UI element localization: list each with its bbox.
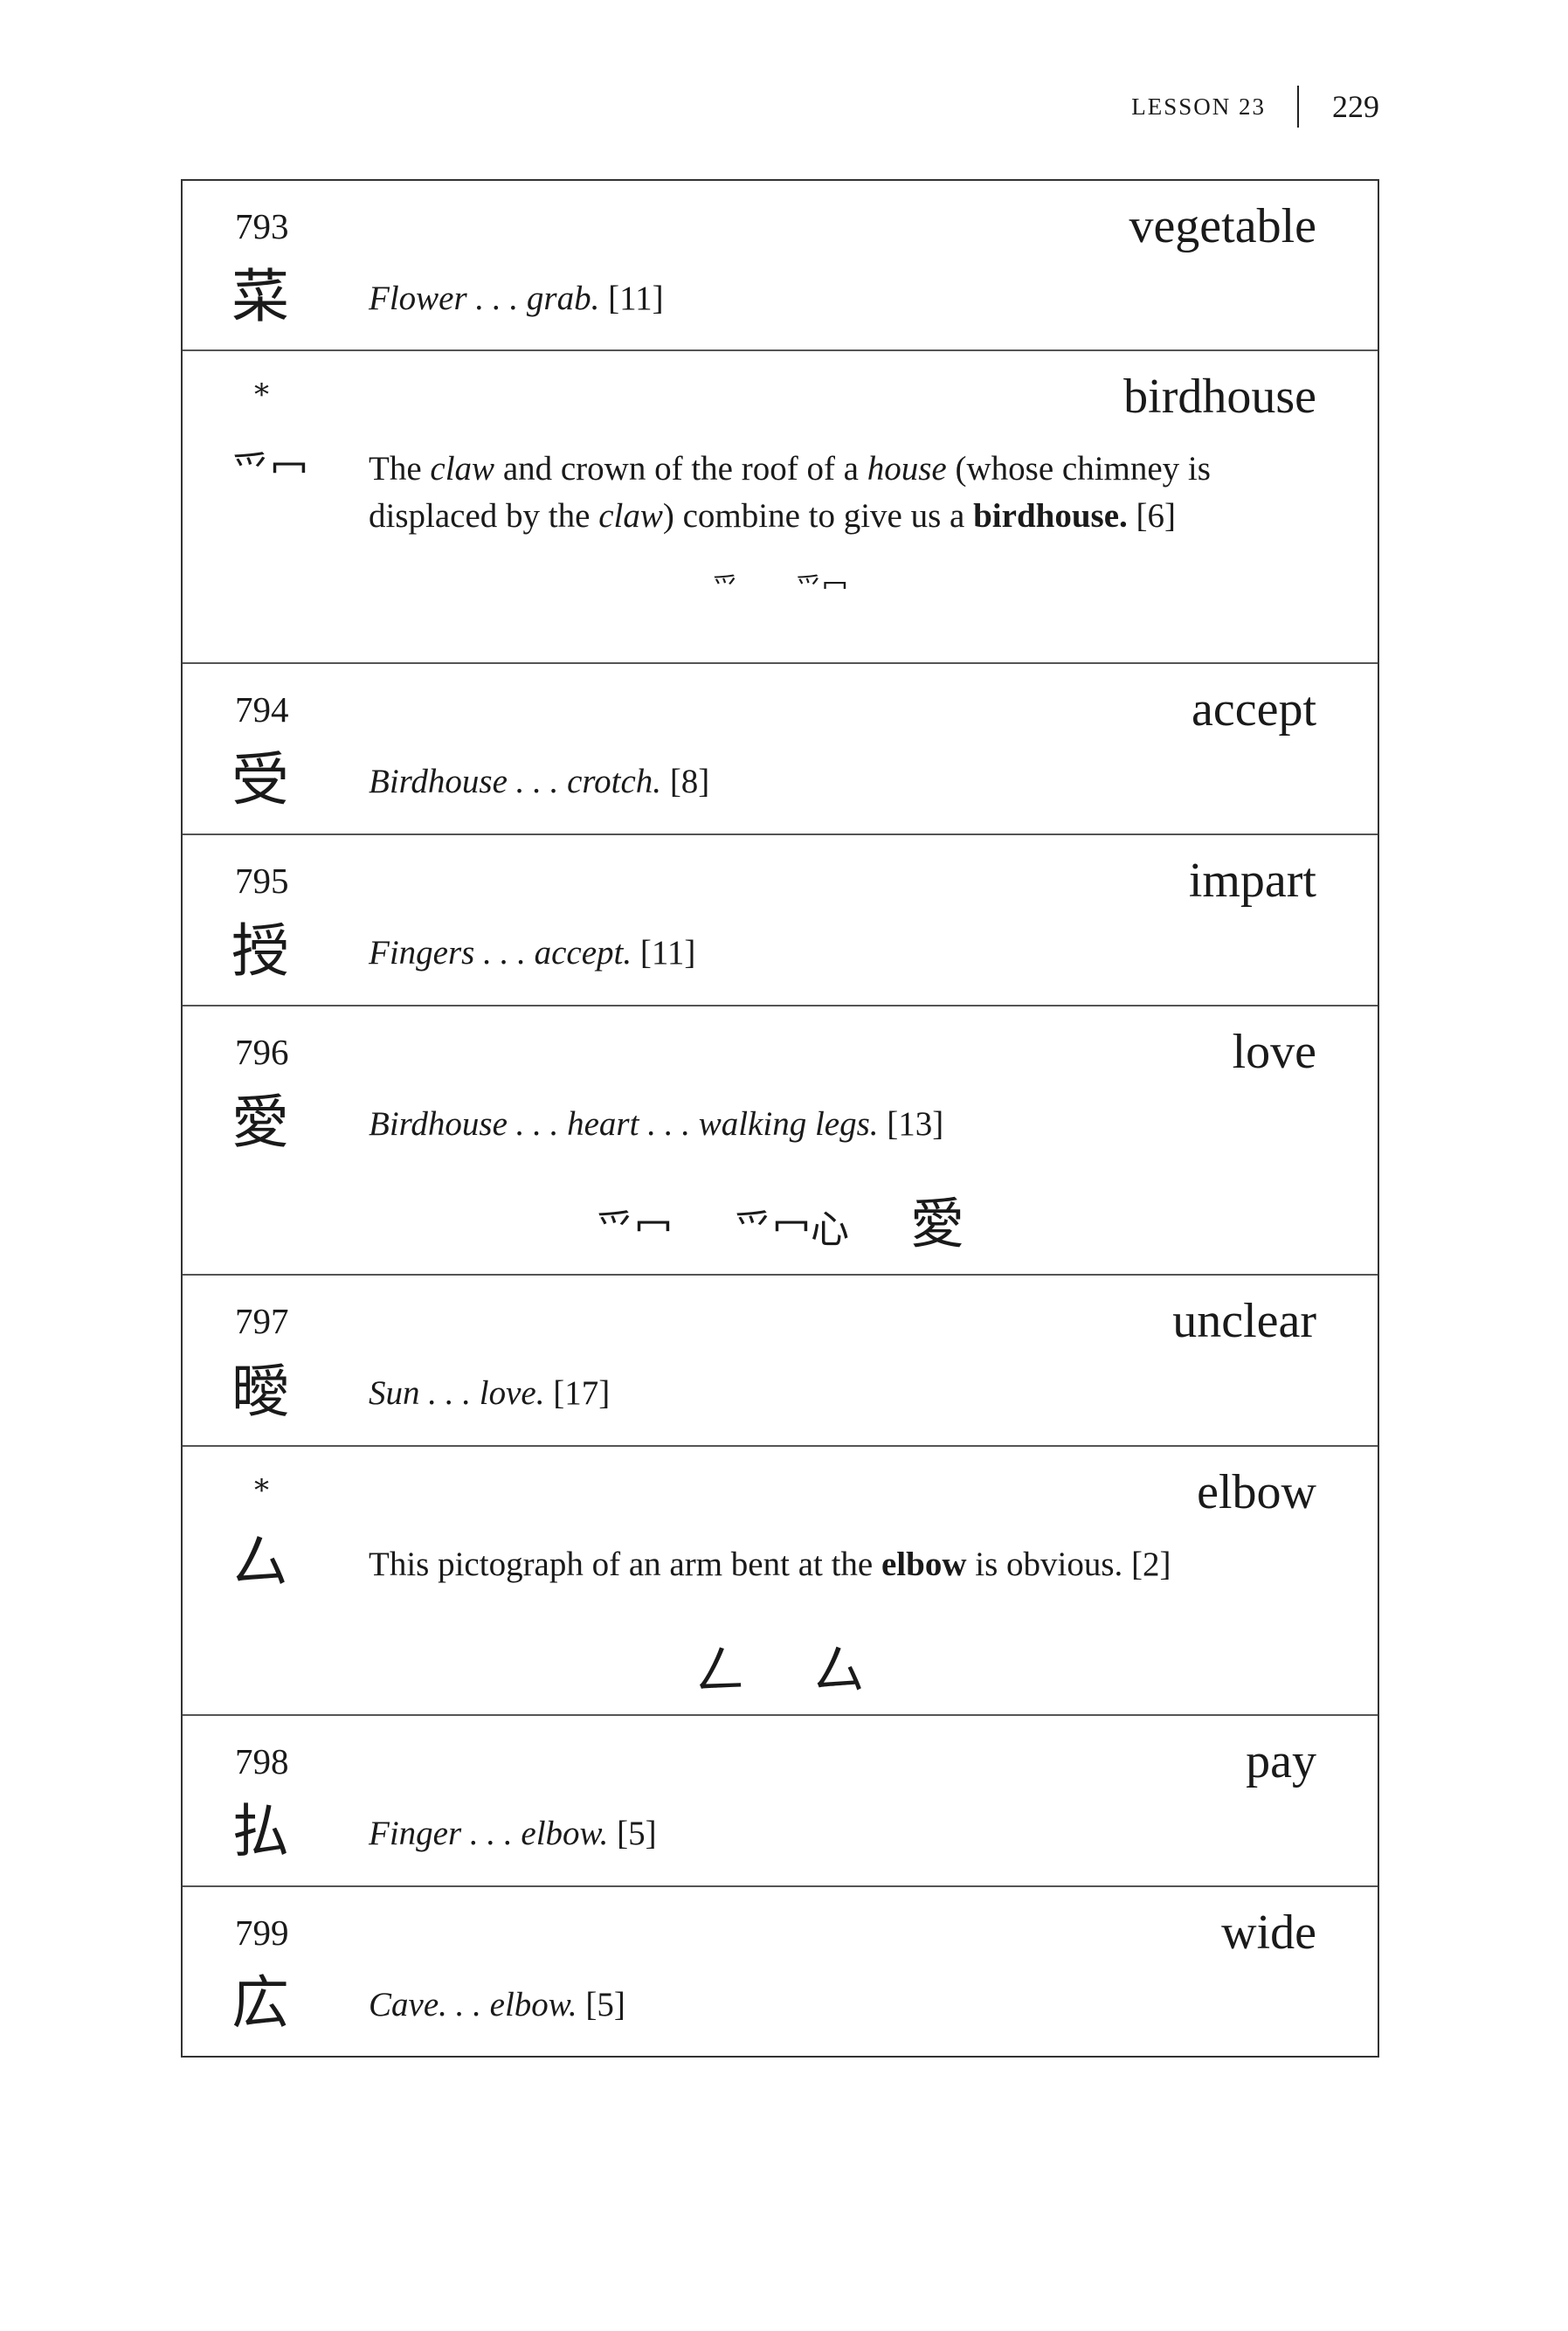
stroke-step: 爫冖	[795, 573, 848, 604]
kanji-character: 広	[231, 1969, 289, 2037]
keyword: elbow	[1197, 1465, 1316, 1519]
stroke-order: 爫冖 爫冖心 愛	[183, 1179, 1378, 1258]
story-italic: Fingers . . . accept.	[369, 934, 632, 972]
keyword: unclear	[1172, 1294, 1316, 1348]
stroke-order: 爫 爫冖	[183, 566, 1378, 605]
stroke-step: 爫	[712, 573, 739, 604]
primitive-star: *	[254, 377, 269, 412]
keyword: wide	[1221, 1906, 1316, 1960]
story-part: is obvious. [2]	[966, 1546, 1171, 1583]
story-italic: house	[867, 450, 947, 488]
story-italic: Finger . . . elbow.	[369, 1815, 609, 1852]
story-italic: Cave. . . elbow.	[369, 1986, 577, 2023]
story-text: Cave. . . elbow. [5]	[369, 1982, 1325, 2029]
page-header: LESSON 23 229	[1131, 86, 1379, 128]
story-text: Birdhouse . . . crotch. [8]	[369, 758, 1325, 806]
stroke-step: 𠃋	[694, 1641, 748, 1702]
stroke-step: 爫冖心	[733, 1207, 849, 1252]
stroke-count: [5]	[617, 1815, 657, 1852]
story-italic: claw	[598, 497, 663, 535]
story-text: Flower . . . grab. [11]	[369, 275, 1325, 322]
frame-number: 796	[235, 1032, 289, 1072]
kanji-entry: 797 曖 unclear Sun . . . love. [17]	[183, 1276, 1378, 1447]
story-italic: claw	[430, 450, 495, 488]
frame-number: 794	[235, 689, 289, 730]
kanji-character: 受	[231, 746, 289, 813]
stroke-step: 愛	[909, 1192, 964, 1255]
story-part: and crown of the roof of a	[494, 450, 867, 488]
story-part: ) combine to give us a	[662, 497, 974, 535]
stroke-count: [5]	[585, 1986, 625, 2023]
story-text: Sun . . . love. [17]	[369, 1370, 1325, 1417]
kanji-entry: 798 払 pay Finger . . . elbow. [5]	[183, 1716, 1378, 1887]
kanji-entry: 793 菜 vegetable Flower . . . grab. [11]	[183, 181, 1378, 351]
story-italic: Flower . . . grab.	[369, 280, 600, 317]
frame-number: 795	[235, 861, 289, 901]
stroke-count: [6]	[1127, 497, 1176, 535]
kanji-character: 愛	[231, 1089, 289, 1156]
primitive-star: *	[254, 1473, 269, 1508]
lesson-label: LESSON 23	[1131, 93, 1266, 120]
frame-number: 798	[235, 1741, 289, 1781]
stroke-count: [13]	[887, 1105, 944, 1143]
kanji-character: 曖	[231, 1358, 289, 1425]
story-text: Finger . . . elbow. [5]	[369, 1810, 1325, 1857]
story-italic: Birdhouse . . . crotch.	[369, 763, 662, 800]
stroke-count: [17]	[553, 1374, 611, 1412]
keyword: impart	[1188, 854, 1316, 908]
story-part: The	[369, 450, 431, 488]
keyword: vegetable	[1129, 199, 1316, 253]
story-part: This pictograph of an arm bent at the	[369, 1546, 881, 1583]
frame-number: 793	[235, 206, 289, 246]
stroke-order: 𠃋 厶	[183, 1629, 1378, 1705]
story-italic: Birdhouse . . . heart . . . walking legs…	[369, 1105, 879, 1143]
page-number: 229	[1332, 89, 1379, 124]
kanji-character: 払	[231, 1798, 289, 1865]
stroke-count: [8]	[669, 763, 710, 800]
frame-number: 799	[235, 1913, 289, 1953]
kanji-entry: 795 授 impart Fingers . . . accept. [11]	[183, 835, 1378, 1006]
story-text: Birdhouse . . . heart . . . walking legs…	[369, 1101, 1325, 1148]
story-bold: elbow	[881, 1546, 967, 1583]
keyword: birdhouse	[1123, 370, 1316, 424]
stroke-count: [11]	[639, 934, 696, 972]
story-bold: birdhouse.	[973, 497, 1128, 535]
story-text: This pictograph of an arm bent at the el…	[369, 1541, 1325, 1588]
keyword: pay	[1246, 1734, 1316, 1788]
story-text: Fingers . . . accept. [11]	[369, 930, 1325, 977]
story-text: The claw and crown of the roof of a hous…	[369, 446, 1325, 540]
kanji-character: 菜	[231, 263, 289, 330]
kanji-character: 授	[231, 917, 289, 985]
stroke-count: [11]	[608, 280, 664, 317]
kanji-entry: 794 受 accept Birdhouse . . . crotch. [8]	[183, 664, 1378, 835]
stroke-step: 爫冖	[595, 1207, 673, 1252]
header-divider	[1297, 86, 1299, 128]
kanji-table: 793 菜 vegetable Flower . . . grab. [11] …	[181, 179, 1379, 2058]
story-italic: Sun . . . love.	[369, 1374, 545, 1412]
frame-number: 797	[235, 1301, 289, 1341]
kanji-entry: 799 広 wide Cave. . . elbow. [5]	[183, 1887, 1378, 2056]
stroke-step: 厶	[812, 1641, 866, 1702]
kanji-entry: 796 愛 love Birdhouse . . . heart . . . w…	[183, 1006, 1378, 1276]
primitive-character: 厶	[231, 1529, 289, 1596]
primitive-entry: * 爫冖 birdhouse The claw and crown of the…	[183, 351, 1378, 664]
primitive-character: 爫冖	[231, 449, 308, 494]
primitive-entry: * 厶 elbow This pictograph of an arm bent…	[183, 1447, 1378, 1716]
keyword: love	[1232, 1025, 1316, 1079]
keyword: accept	[1192, 682, 1316, 737]
